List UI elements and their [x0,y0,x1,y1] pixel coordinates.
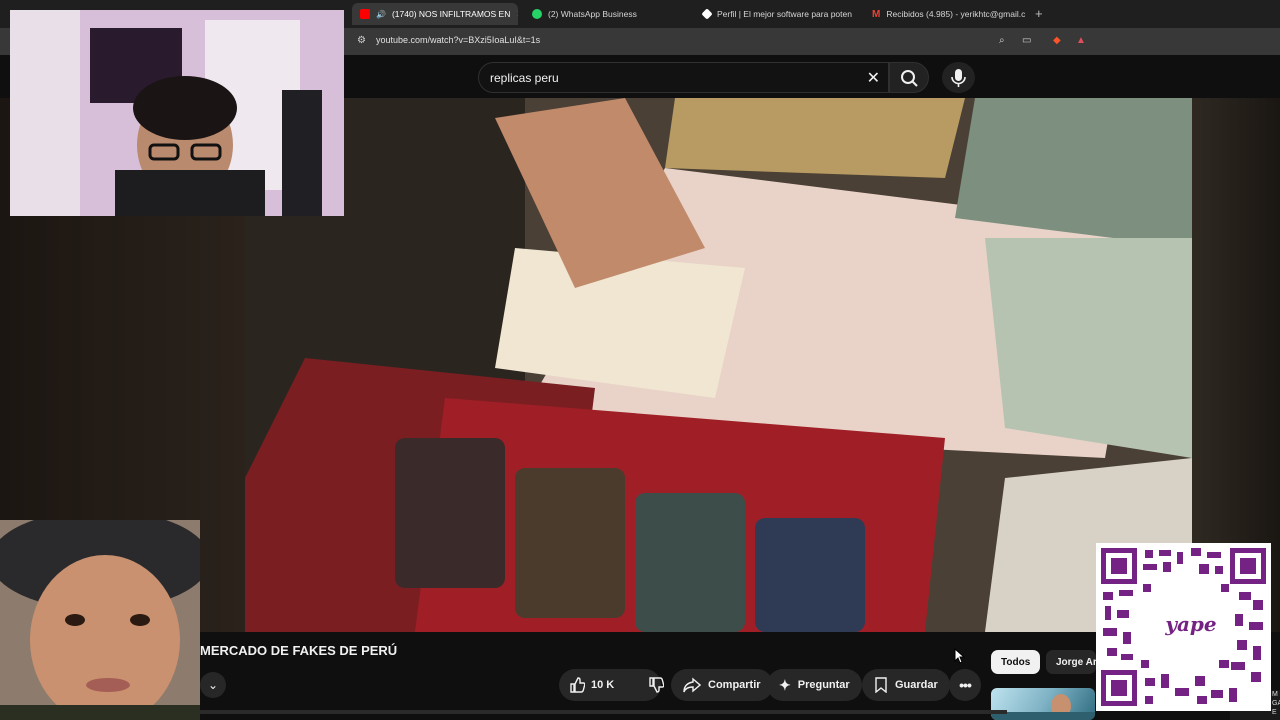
tab-title: Perfil | El mejor software para poten [717,9,852,19]
cast-icon[interactable]: ▭ [1022,35,1031,46]
search-box[interactable]: replicas peru ✕ [478,62,889,93]
related-video-thumbnail[interactable] [991,688,1095,720]
edge-text: M GASTAR E [1272,690,1280,717]
tab-title: Recibidos (4.985) - yerikhtc@gmail.c [886,9,1026,19]
like-button[interactable]: 10 K [559,669,624,701]
gmail-favicon-icon: M [872,8,881,20]
thumbs-down-icon [649,677,665,693]
more-actions-button[interactable]: ••• [949,669,981,701]
chevron-down-icon[interactable]: ⌄ [200,672,226,698]
yape-logo-text: yape [1165,612,1217,636]
site-settings-icon[interactable]: ⚙ [357,35,366,46]
tab-gmail[interactable]: M Recibidos (4.985) - yerikhtc@gmail.c [864,3,1030,25]
perfil-favicon-icon [701,8,713,20]
like-count: 10 K [591,679,615,691]
streamer-webcam [10,10,344,216]
search-icon [901,70,918,87]
tab-perfil[interactable]: Perfil | El mejor software para poten [695,3,861,25]
rewards-icon[interactable]: ▲ [1076,35,1086,46]
url-field[interactable]: youtube.com/watch?v=BXzi5IoaLuI&t=1s [376,35,540,45]
youtube-favicon-icon [360,9,370,19]
microphone-icon [951,69,966,87]
yape-qr-code: yape [1096,543,1271,711]
sparkle-icon: ✦ [779,676,791,693]
whatsapp-favicon-icon [532,9,542,19]
video-frame [245,98,1192,632]
share-label: Compartir [708,679,761,691]
new-tab-icon[interactable]: + [1035,6,1043,21]
dislike-button[interactable] [638,669,674,701]
tab-youtube[interactable]: 🔊 (1740) NOS INFILTRAMOS EN ✕ [352,3,518,25]
bookmark-icon [875,677,887,693]
edge-text-line: M [1272,691,1278,698]
video-player[interactable] [245,98,1192,632]
save-button[interactable]: Guardar [862,669,950,701]
speaker-icon: 🔊 [376,9,386,19]
share-icon [683,677,701,693]
search-input[interactable]: replicas peru [490,71,559,85]
tab-title: (2) WhatsApp Business [548,9,637,19]
zoom-icon[interactable]: ⌕ [999,35,1005,46]
second-webcam [0,520,200,720]
bottom-divider [200,710,1007,714]
thumbs-up-icon [570,677,585,693]
more-icon: ••• [959,677,972,693]
search-button[interactable] [889,62,929,93]
brave-shield-icon[interactable]: ◆ [1053,35,1061,46]
chip-channel[interactable]: Jorge Ar [1046,650,1096,674]
like-dislike-group: 10 K [559,669,665,701]
webcam-person-image [10,10,344,216]
ask-label: Preguntar [797,679,850,691]
mouse-cursor-icon [954,647,966,669]
voice-search-button[interactable] [942,62,975,93]
tab-whatsapp[interactable]: (2) WhatsApp Business [524,3,690,25]
save-label: Guardar [895,679,938,691]
edge-text-line: GASTAR E [1272,700,1280,716]
webcam-kid-image [0,520,200,720]
close-tab-icon[interactable]: ✕ [516,9,518,20]
video-title: MERCADO DE FAKES DE PERÚ [200,643,398,658]
thumbnail-image [991,694,1095,720]
yape-logo: yape [1161,594,1221,654]
clear-search-icon[interactable]: ✕ [867,68,880,88]
screen: 🔊 (1740) NOS INFILTRAMOS EN ✕ (2) WhatsA… [0,0,1280,720]
tab-title: (1740) NOS INFILTRAMOS EN [391,9,511,19]
ask-button[interactable]: ✦ Preguntar [767,669,862,701]
chip-todos[interactable]: Todos [991,650,1041,674]
share-button[interactable]: Compartir [671,669,773,701]
